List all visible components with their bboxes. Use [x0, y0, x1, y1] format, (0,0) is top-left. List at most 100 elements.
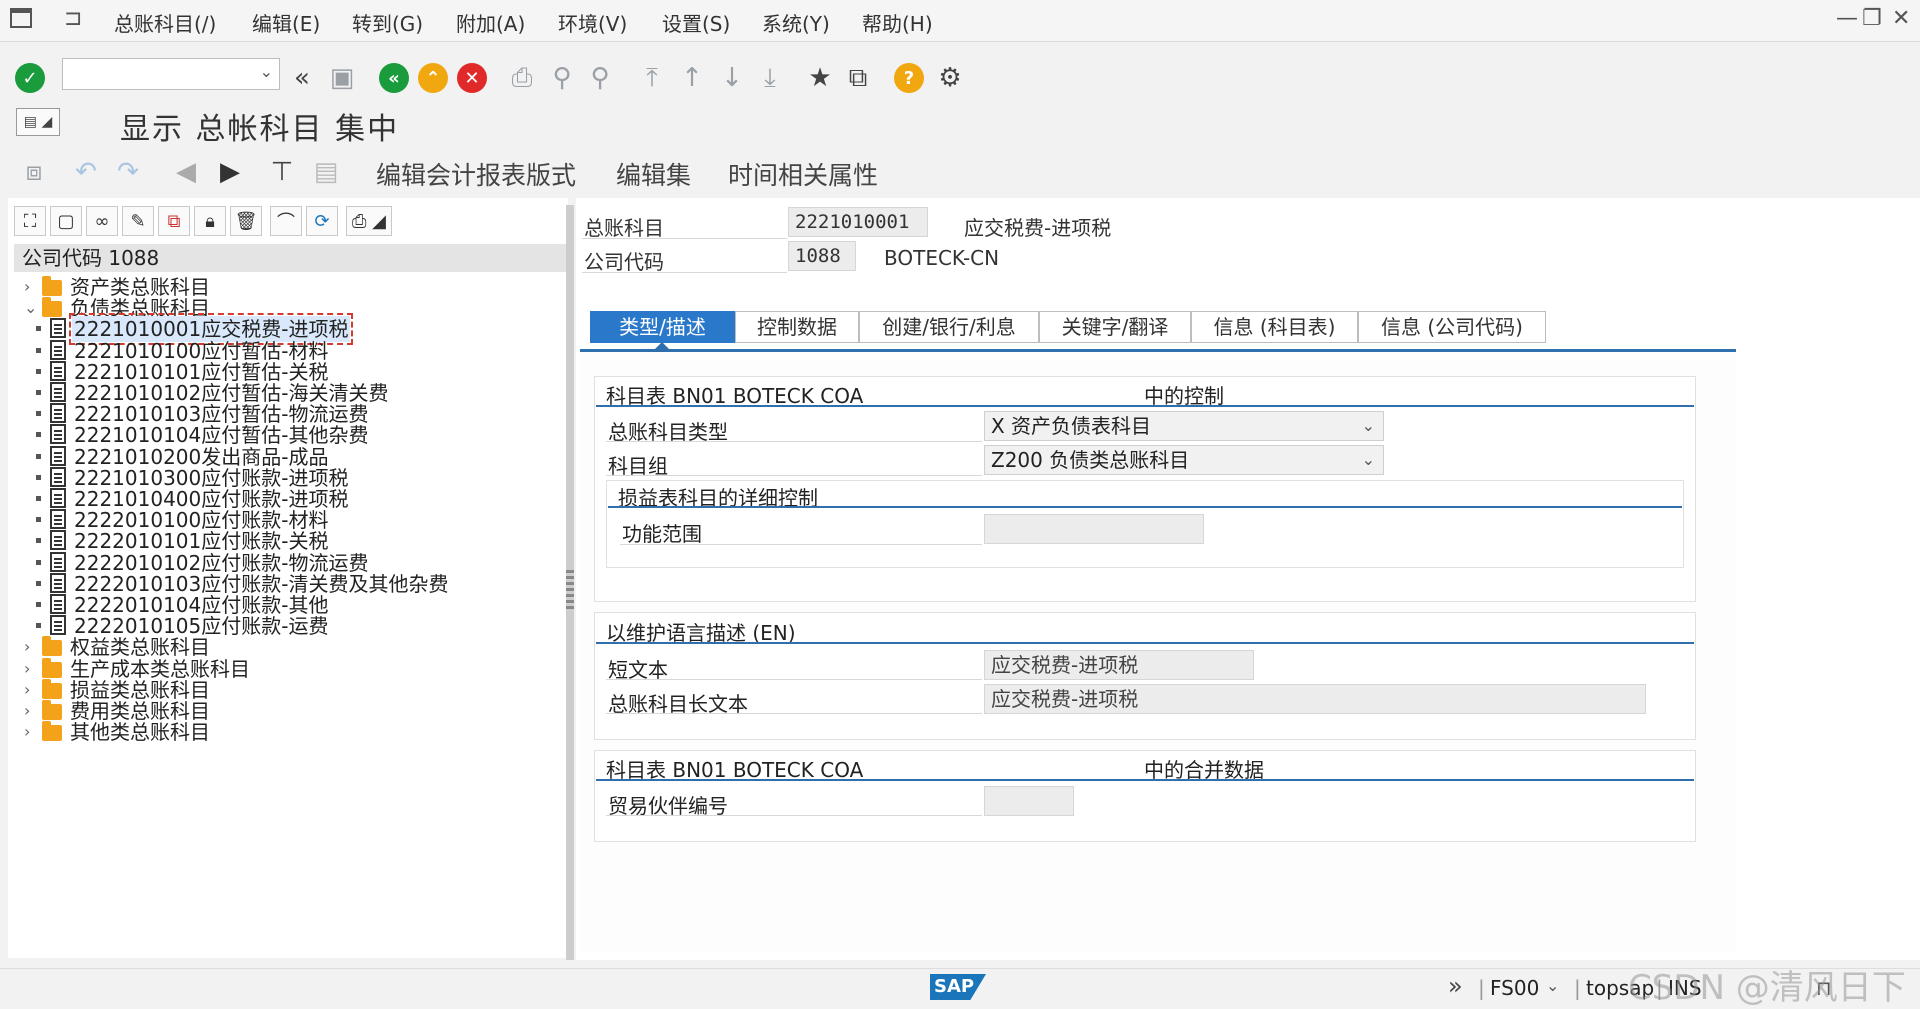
menu-extras[interactable]: 附加(A): [456, 8, 525, 37]
status-divider: |: [1574, 976, 1581, 1000]
tree-header: 公司代码 1088: [14, 244, 566, 272]
document-icon: [50, 530, 66, 551]
find-icon[interactable]: ⚲: [546, 62, 578, 94]
tab-create-bank-interest[interactable]: 创建/银行/利息: [859, 311, 1039, 343]
undo-icon[interactable]: ↶: [70, 156, 102, 188]
bullet-icon: [36, 538, 41, 544]
tab-info-company-code[interactable]: 信息 (公司代码): [1358, 311, 1546, 343]
redo-icon[interactable]: ↷: [112, 156, 144, 188]
menu-environment[interactable]: 环境(V): [558, 8, 627, 37]
document-icon: [50, 403, 66, 424]
print-tree-button[interactable]: ⎙ ◢: [346, 206, 392, 236]
transaction-code[interactable]: FS00: [1490, 976, 1539, 1000]
folder-icon: [42, 636, 62, 657]
chevron-down-icon[interactable]: ⌄: [1362, 446, 1375, 474]
save-icon[interactable]: ▣: [326, 62, 358, 94]
splitter-grip[interactable]: [566, 570, 574, 610]
chevron-right-icon[interactable]: ›: [24, 719, 30, 745]
menu-gl-account[interactable]: 总账科目(/): [114, 8, 216, 37]
chevron-down-icon[interactable]: ⌄: [1362, 412, 1375, 440]
edit-set-button[interactable]: 编辑集: [616, 156, 691, 192]
header-underline: [582, 272, 787, 273]
status-expand-icon[interactable]: »: [1448, 972, 1463, 1000]
first-page-icon[interactable]: ⤒: [636, 62, 668, 94]
menu-system[interactable]: 系统(Y): [762, 8, 830, 37]
document-icon: [50, 594, 66, 614]
document-icon: [50, 509, 66, 530]
refresh-button[interactable]: ⟳: [306, 206, 338, 236]
tab-type-description[interactable]: 类型/描述: [590, 311, 735, 343]
menu-bar: ⊐ 总账科目(/) 编辑(E) 转到(G) 附加(A) 环境(V) 设置(S) …: [0, 0, 1920, 42]
bullet-icon: [36, 411, 41, 417]
last-page-icon[interactable]: ⤓: [754, 62, 786, 94]
minimize-icon[interactable]: —: [1836, 6, 1858, 31]
page-title: 显示 总帐科目 集中: [120, 112, 400, 147]
menu-toggle-icon[interactable]: ▤ ◢: [16, 108, 60, 136]
gl-account-field[interactable]: 2221010001: [788, 207, 928, 237]
bullet-icon: [36, 602, 41, 607]
find-next-icon[interactable]: ⚲: [584, 62, 616, 94]
command-field[interactable]: ⌄: [62, 58, 280, 90]
menu-icon[interactable]: [10, 8, 32, 28]
next-icon[interactable]: ▶: [214, 156, 246, 188]
long-text-field[interactable]: 应交税费-进项税: [984, 684, 1646, 714]
field-underline: [606, 815, 982, 816]
tree-folder-row[interactable]: › 其他类总账科目: [8, 719, 564, 745]
folder-icon: [42, 700, 62, 720]
account-group-value: Z200 负债类总账科目: [991, 448, 1190, 472]
collapse-button[interactable]: ⌒: [270, 206, 302, 236]
new-session-icon[interactable]: ★: [804, 62, 836, 94]
copy-button[interactable]: ⧉: [158, 206, 190, 236]
tab-keyword-translation[interactable]: 关键字/翻译: [1039, 311, 1191, 343]
document-icon[interactable]: ▤: [310, 156, 342, 188]
exit-icon[interactable]: ⌃: [418, 63, 448, 93]
new-document-button[interactable]: ▢: [50, 206, 82, 236]
delete-button[interactable]: 🗑︎: [230, 206, 262, 236]
trading-partner-field[interactable]: [984, 786, 1074, 816]
previous-icon[interactable]: ◀: [170, 156, 202, 188]
functional-area-field[interactable]: [984, 514, 1204, 544]
lock-button[interactable]: 🔒︎: [194, 206, 226, 236]
ok-check-icon[interactable]: ✓: [15, 63, 45, 93]
cancel-icon[interactable]: ✕: [457, 63, 487, 93]
chevron-down-icon[interactable]: ⌄: [260, 62, 273, 81]
tab-control-data[interactable]: 控制数据: [735, 311, 859, 343]
gl-account-label: 总账科目: [584, 216, 664, 240]
hierarchy-icon[interactable]: ⧈: [18, 156, 50, 188]
close-icon[interactable]: ✕: [1892, 6, 1910, 31]
document-icon: [50, 318, 66, 339]
next-page-icon[interactable]: ↓: [716, 62, 748, 94]
document-icon: [50, 339, 66, 360]
account-group-dropdown[interactable]: Z200 负债类总账科目 ⌄: [984, 445, 1384, 475]
display-button[interactable]: ∞: [86, 206, 118, 236]
customize-icon[interactable]: ⊐: [64, 6, 82, 31]
account-type-dropdown[interactable]: X 资产负债表科目 ⌄: [984, 411, 1384, 441]
folder-icon: [42, 678, 62, 699]
print-icon[interactable]: ⎙: [506, 62, 538, 94]
time-attributes-button[interactable]: 时间相关属性: [728, 156, 878, 192]
restore-icon[interactable]: ❐: [1862, 6, 1882, 31]
double-chevron-left-icon[interactable]: «: [286, 62, 318, 94]
menu-goto[interactable]: 转到(G): [352, 8, 423, 37]
gear-icon[interactable]: ⚙: [934, 62, 966, 94]
menu-settings[interactable]: 设置(S): [662, 8, 730, 37]
menu-edit[interactable]: 编辑(E): [252, 8, 320, 37]
bullet-icon: [36, 390, 41, 395]
company-code-label: 公司代码: [584, 250, 664, 274]
bullet-icon: [36, 368, 41, 374]
chevron-down-icon[interactable]: ⌄: [1546, 976, 1559, 995]
edit-report-layout-button[interactable]: 编辑会计报表版式: [376, 156, 576, 192]
short-text-field[interactable]: 应交税费-进项税: [984, 650, 1254, 680]
select-icon[interactable]: ⊤: [266, 156, 298, 188]
edit-pencil-button[interactable]: ✎: [122, 206, 154, 236]
bullet-icon: [36, 432, 41, 438]
shortcut-icon[interactable]: ⧉: [842, 62, 874, 94]
menu-help[interactable]: 帮助(H): [862, 8, 933, 37]
previous-page-icon[interactable]: ↑: [676, 62, 708, 94]
tab-info-chart-of-accounts[interactable]: 信息 (科目表): [1191, 311, 1358, 343]
help-icon[interactable]: ?: [894, 63, 924, 93]
company-code-field[interactable]: 1088: [788, 241, 856, 271]
find-tree-button[interactable]: ⛶: [14, 206, 46, 236]
back-icon[interactable]: «: [379, 63, 409, 93]
navigation-tree-panel: ⛶ ▢ ∞ ✎ ⧉ 🔒︎ 🗑︎ ⌒ ⟳ ⎙ ◢ 公司代码 1088 › 资产类总账…: [8, 198, 568, 958]
